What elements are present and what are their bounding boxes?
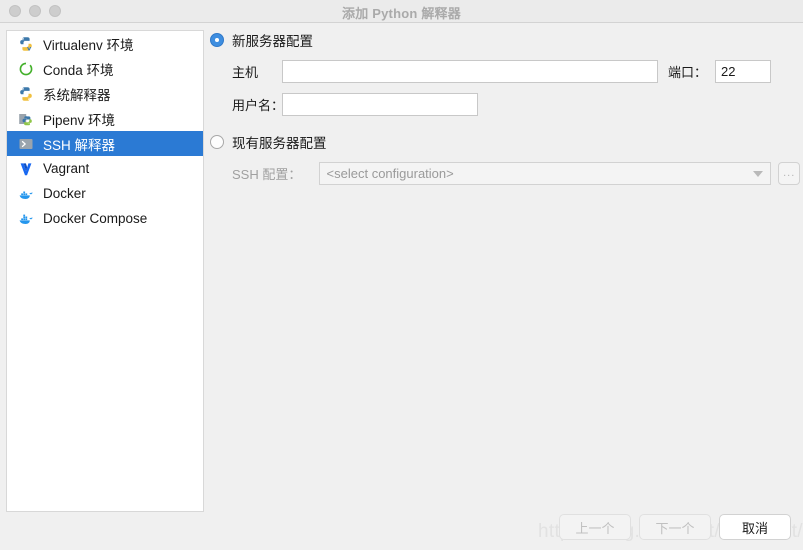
username-label: 用户名： [232,98,285,113]
sidebar-item-docker[interactable]: Docker [7,181,203,206]
sidebar-item-ssh-interpreter[interactable]: SSH 解释器 [7,131,203,156]
sidebar-item-label: SSH 解释器 [43,137,116,153]
sidebar-item-label: Docker [43,186,86,201]
ssh-config-label: SSH 配置： [232,167,302,182]
add-python-interpreter-dialog: 添加 Python 解释器 v Virtualenv 环境 Conda 环境 系… [0,0,803,550]
sidebar-item-label: Virtualenv 环境 [43,37,134,53]
vagrant-icon [17,161,35,177]
ssh-config-selected-value: <select configuration> [326,166,454,181]
sidebar-item-pipenv[interactable]: Pipenv 环境 [7,106,203,131]
ssh-config-row: SSH 配置： <select configuration> ... [210,162,801,185]
interpreter-type-list[interactable]: v Virtualenv 环境 Conda 环境 系统解释器 Pipenv 环境… [6,30,204,512]
sidebar-item-label: Conda 环境 [43,62,114,78]
python-icon [17,86,35,102]
sidebar-item-label: Docker Compose [43,211,148,226]
sidebar-item-vagrant[interactable]: Vagrant [7,156,203,181]
existing-server-config-radio-row[interactable]: 现有服务器配置 [210,132,800,152]
dialog-footer: 上一个 下一个 取消 [0,508,803,550]
username-input[interactable] [282,93,478,116]
ssh-config-browse-button[interactable]: ... [778,162,801,185]
ssh-terminal-icon [17,136,35,152]
chevron-down-icon [753,170,764,177]
new-server-config-label: 新服务器配置 [232,34,313,49]
python-virtualenv-icon: v [17,36,35,52]
new-server-config-radio[interactable] [210,33,224,47]
pipenv-icon [17,111,35,127]
sidebar-item-label: 系统解释器 [43,87,111,103]
window-title: 添加 Python 解释器 [342,6,461,21]
host-row: 主机 端口： [210,60,800,83]
sidebar-item-label: Vagrant [43,161,90,176]
port-label: 端口： [668,65,708,80]
dialog-button-bar: 上一个 下一个 取消 [559,514,791,540]
docker-icon [17,186,35,202]
docker-compose-icon [17,211,35,227]
ssh-interpreter-settings-panel: 新服务器配置 主机 端口： 用户名： 现有服务器配置 SSH 配置： <sele… [210,30,801,512]
new-server-config-radio-row[interactable]: 新服务器配置 [210,30,800,50]
existing-server-config-radio[interactable] [210,135,224,149]
conda-icon [17,61,35,77]
sidebar-item-conda[interactable]: Conda 环境 [7,56,203,81]
host-input[interactable] [282,60,658,83]
cancel-button[interactable]: 取消 [719,514,791,540]
sidebar-item-label: Pipenv 环境 [43,112,116,128]
ssh-config-select[interactable]: <select configuration> [318,162,772,185]
title-bar: 添加 Python 解释器 [0,0,803,23]
sidebar-item-system-interpreter[interactable]: 系统解释器 [7,81,203,106]
sidebar-item-virtualenv[interactable]: v Virtualenv 环境 [7,31,203,56]
host-label: 主机 [232,65,259,80]
username-row: 用户名： [210,93,800,116]
next-button[interactable]: 下一个 [639,514,711,540]
sidebar-item-docker-compose[interactable]: Docker Compose [7,206,203,231]
existing-server-config-label: 现有服务器配置 [232,136,327,151]
previous-button[interactable]: 上一个 [559,514,631,540]
port-input[interactable] [715,60,772,83]
